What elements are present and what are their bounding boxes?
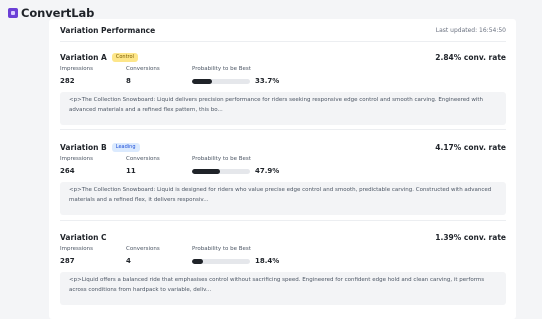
conversions-label: Conversions	[126, 66, 160, 72]
probability-label: Probability to be Best	[192, 246, 251, 252]
impressions-label: Impressions	[60, 156, 93, 162]
probability-bar-fill	[192, 259, 203, 264]
variation-card-c: Variation C 1.39% conv. rate Impressions…	[60, 230, 506, 310]
probability-label: Probability to be Best	[192, 66, 251, 72]
probability-value: 18.4%	[255, 257, 280, 265]
impressions-value: 282	[60, 77, 75, 85]
conversions-value: 11	[126, 167, 136, 175]
variation-name: Variation B	[60, 142, 107, 152]
leading-badge: Leading	[111, 142, 140, 152]
probability-value: 47.9%	[255, 167, 280, 175]
conversions-value: 4	[126, 257, 131, 265]
conversions-value: 8	[126, 77, 131, 85]
variation-description: <p>The Collection Snowboard: Liquid is d…	[60, 182, 506, 215]
panel-title: Variation Performance	[60, 25, 156, 35]
conversion-rate: 1.39% conv. rate	[435, 232, 506, 242]
variation-header: Variation C 1.39% conv. rate	[60, 230, 506, 244]
probability-bar-fill	[192, 169, 220, 174]
control-badge: Control	[111, 52, 138, 62]
variation-header: Variation B Leading 4.17% conv. rate	[60, 140, 506, 154]
panel-header: Variation Performance Last updated: 16:5…	[60, 19, 506, 42]
impressions-label: Impressions	[60, 66, 93, 72]
variation-description: <p>The Collection Snowboard: Liquid deli…	[60, 92, 506, 125]
probability-bar	[192, 169, 250, 174]
variation-description: <p>Liquid offers a balanced ride that em…	[60, 272, 506, 305]
conversions-label: Conversions	[126, 156, 160, 162]
variation-header: Variation A Control 2.84% conv. rate	[60, 50, 506, 64]
conversions-label: Conversions	[126, 246, 160, 252]
probability-label: Probability to be Best	[192, 156, 251, 162]
conversion-rate: 4.17% conv. rate	[435, 142, 506, 152]
app-name[interactable]: ConvertLab	[21, 6, 94, 20]
impressions-label: Impressions	[60, 246, 93, 252]
probability-bar-fill	[192, 79, 212, 84]
convertlab-logo-icon	[8, 8, 18, 18]
variation-name: Variation C	[60, 232, 107, 242]
variation-performance-panel: Variation Performance Last updated: 16:5…	[49, 19, 516, 319]
impressions-value: 287	[60, 257, 75, 265]
impressions-value: 264	[60, 167, 75, 175]
variation-card-a: Variation A Control 2.84% conv. rate Imp…	[60, 50, 506, 130]
variation-card-b: Variation B Leading 4.17% conv. rate Imp…	[60, 140, 506, 221]
probability-bar	[192, 259, 250, 264]
variation-name: Variation A	[60, 52, 107, 62]
last-updated-timestamp: Last updated: 16:54:50	[435, 26, 506, 34]
conversion-rate: 2.84% conv. rate	[435, 52, 506, 62]
probability-value: 33.7%	[255, 77, 280, 85]
probability-bar	[192, 79, 250, 84]
